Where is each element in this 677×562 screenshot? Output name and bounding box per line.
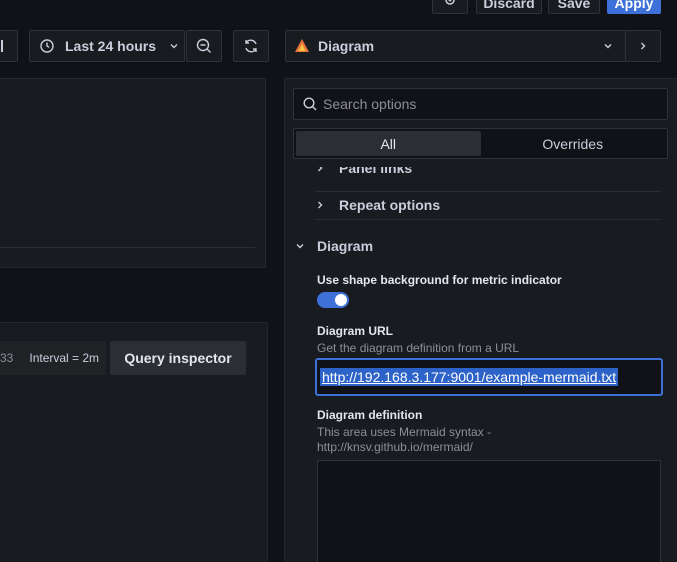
toggle-options-button[interactable]	[625, 30, 661, 62]
toggle-knob	[335, 294, 347, 306]
partial-bracket-icon	[1, 40, 3, 52]
diagram-url-input[interactable]: http://192.168.3.177:9001/example-mermai…	[315, 358, 663, 396]
section-repeat-options[interactable]: Repeat options	[315, 197, 440, 213]
query-inspector-label: Query inspector	[124, 350, 232, 366]
tab-all-label: All	[380, 135, 397, 152]
chevron-down-icon	[603, 41, 613, 51]
divider	[0, 247, 255, 248]
refresh-icon	[243, 38, 259, 54]
diagram-url-description: Get the diagram definition from a URL	[317, 341, 520, 355]
section-diagram[interactable]: Diagram	[295, 238, 373, 254]
clock-icon	[40, 39, 54, 53]
discard-button[interactable]: Discard	[476, 0, 542, 14]
diagram-plugin-icon	[294, 38, 310, 54]
search-box[interactable]	[293, 88, 668, 120]
gear-icon	[443, 0, 457, 7]
zoom-out-button[interactable]	[186, 30, 222, 62]
divider	[315, 219, 661, 220]
query-editor: 33 Interval = 2m Query inspector	[0, 322, 268, 562]
section-panel-links[interactable]: Panel links	[315, 167, 412, 176]
options-tabs: All Overrides	[293, 128, 668, 159]
divider	[315, 191, 661, 192]
save-button[interactable]: Save	[548, 0, 600, 14]
visualization-label: Diagram	[318, 38, 375, 54]
zoom-out-icon	[196, 38, 212, 54]
tab-all[interactable]: All	[296, 131, 481, 156]
repeat-options-label: Repeat options	[339, 197, 441, 213]
interval-label: Interval = 2m	[29, 351, 100, 365]
refresh-button[interactable]	[233, 30, 269, 62]
apply-label: Apply	[614, 0, 654, 11]
discard-label: Discard	[483, 0, 535, 11]
tab-overrides-label: Overrides	[542, 135, 604, 152]
shape-bg-label: Use shape background for metric indicato…	[317, 273, 562, 287]
visualization-picker[interactable]: Diagram	[285, 30, 626, 62]
chevron-down-icon	[169, 41, 179, 51]
chevron-right-icon	[315, 167, 325, 173]
previous-control[interactable]	[0, 30, 18, 62]
chevron-right-icon	[638, 41, 648, 51]
time-range-label: Last 24 hours	[65, 38, 157, 54]
options-pane: All Overrides Panel links Repeat options…	[284, 78, 677, 562]
diagram-url-value: http://192.168.3.177:9001/example-mermai…	[320, 368, 619, 386]
diagram-definition-desc-1: This area uses Mermaid syntax -	[317, 425, 492, 439]
save-label: Save	[557, 0, 591, 11]
diagram-definition-label: Diagram definition	[317, 408, 423, 422]
settings-button[interactable]	[432, 0, 468, 14]
query-partial-value: 33	[0, 351, 14, 365]
query-options-bar[interactable]: 33 Interval = 2m	[0, 341, 106, 375]
chevron-down-icon	[295, 241, 305, 251]
search-input[interactable]	[323, 96, 653, 112]
diagram-definition-textarea[interactable]	[317, 460, 661, 562]
shape-bg-toggle[interactable]	[317, 292, 349, 308]
tab-overrides[interactable]: Overrides	[481, 131, 666, 156]
panel-links-label: Panel links	[339, 167, 413, 176]
panel-preview	[0, 78, 266, 268]
diagram-definition-desc-2: http://knsv.github.io/mermaid/	[317, 440, 473, 454]
time-range-picker[interactable]: Last 24 hours	[29, 30, 185, 62]
scroll-clip: Panel links	[315, 167, 665, 179]
query-inspector-button[interactable]: Query inspector	[110, 341, 246, 375]
chevron-right-icon	[315, 200, 325, 210]
diagram-section-label: Diagram	[317, 238, 374, 254]
search-icon	[303, 97, 317, 111]
diagram-url-label: Diagram URL	[317, 324, 394, 338]
apply-button[interactable]: Apply	[607, 0, 661, 14]
